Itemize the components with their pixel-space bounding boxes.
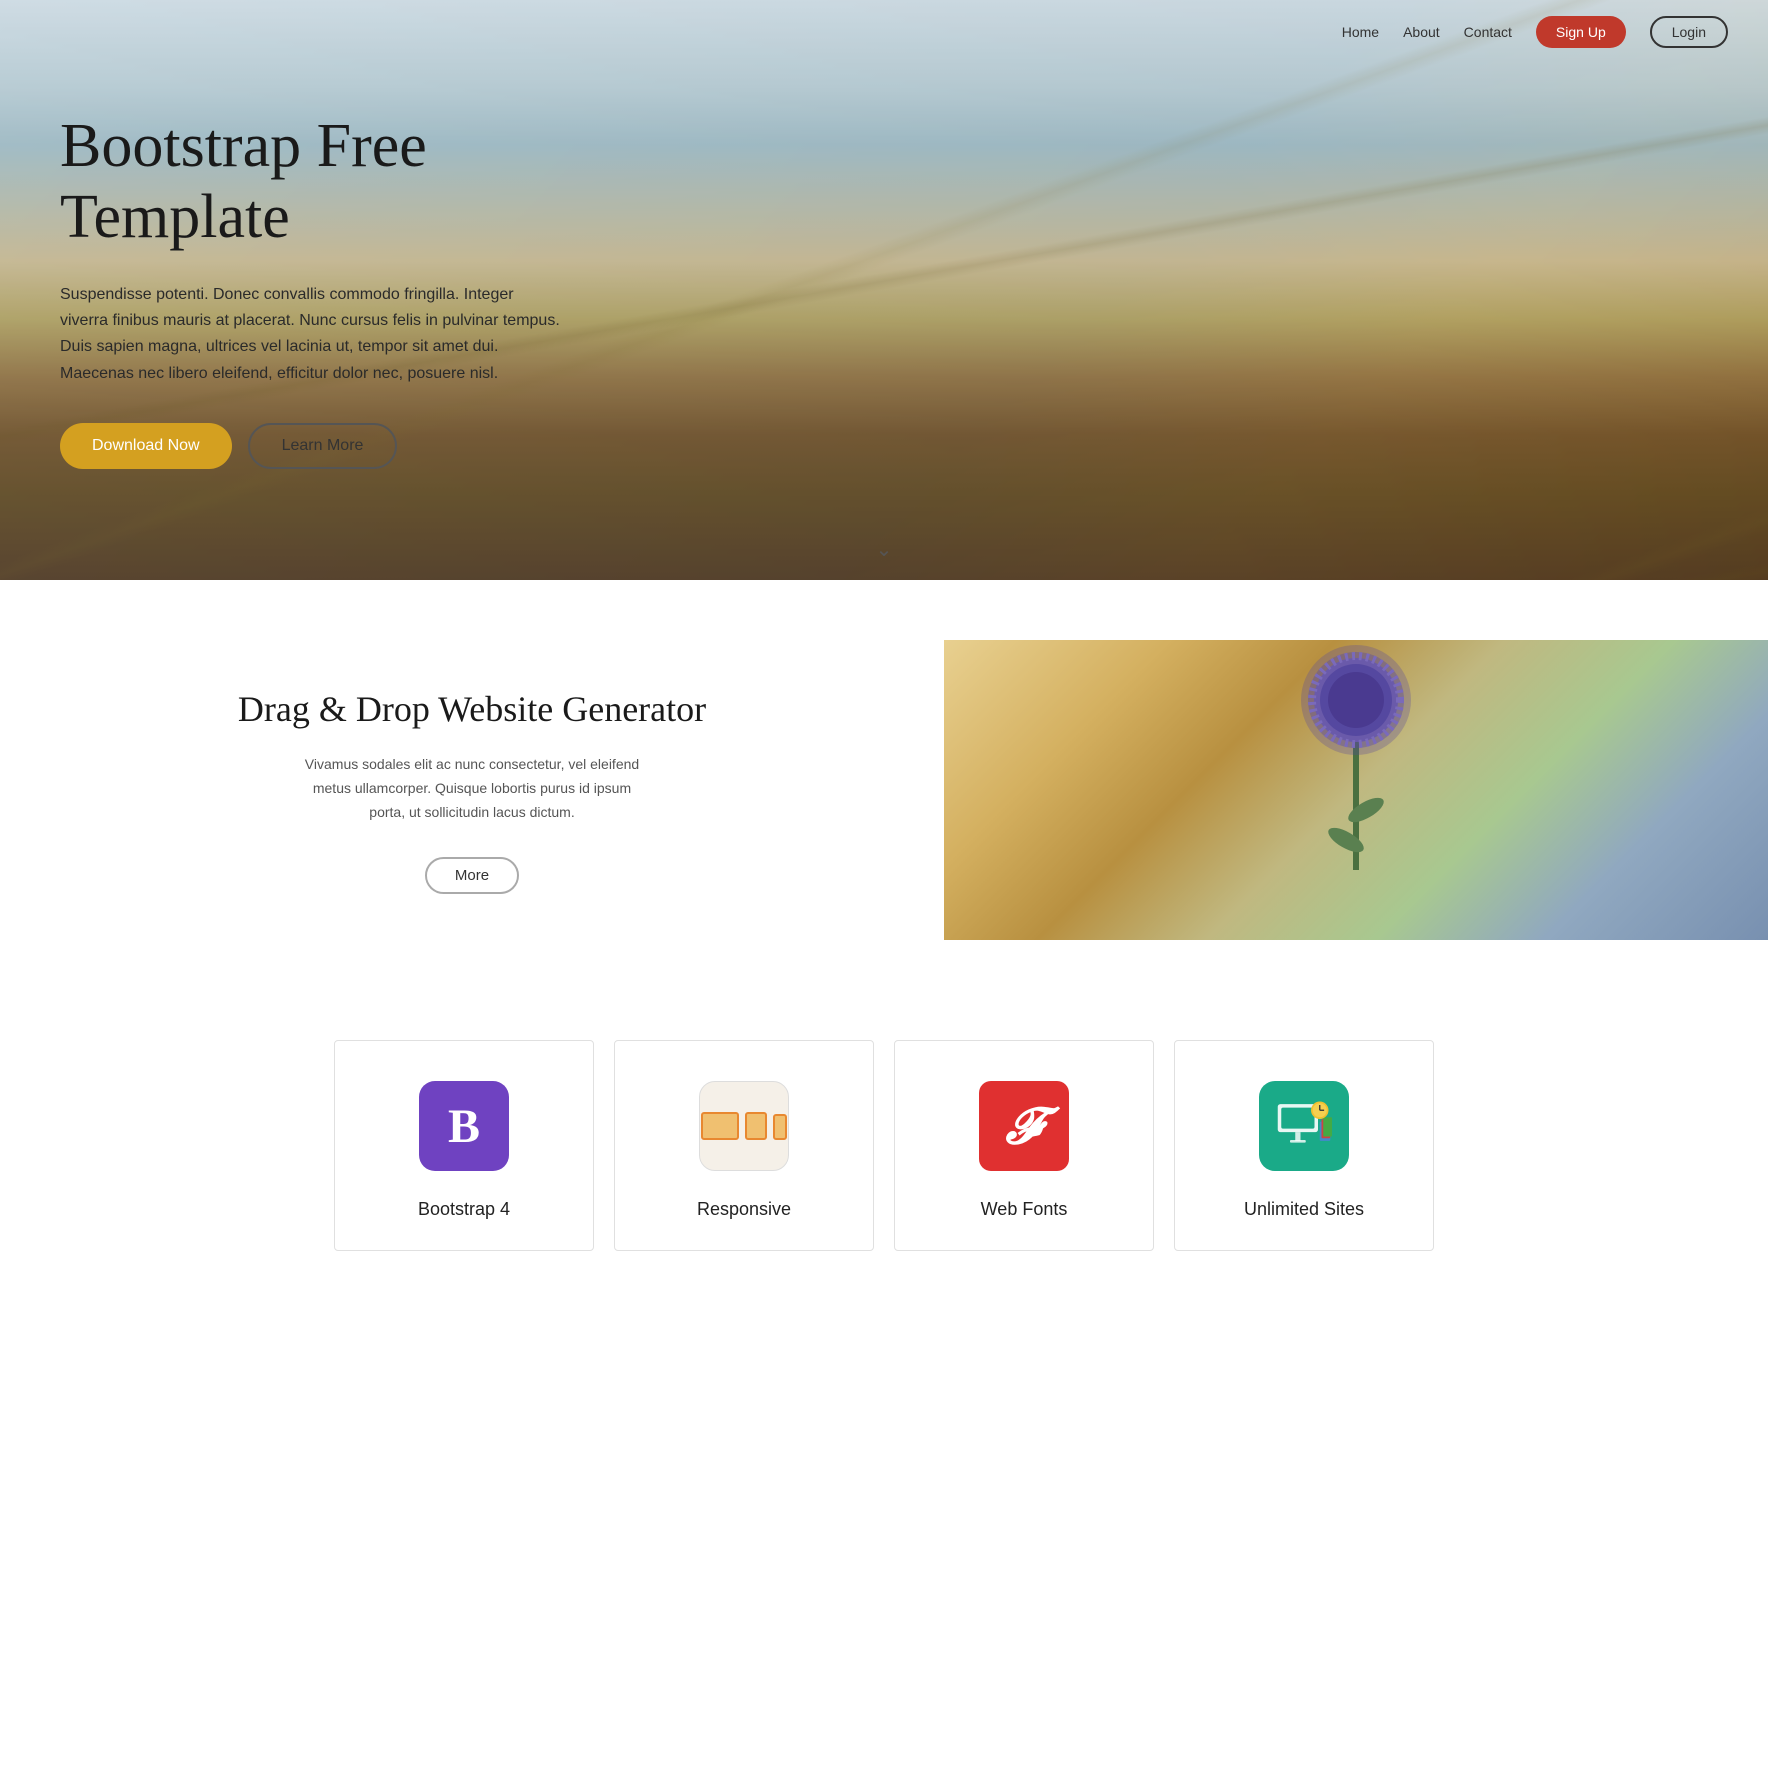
features-grid: B Bootstrap 4 Responsive 𝓕 Web Fonts (334, 1040, 1434, 1251)
feature-card-bootstrap: B Bootstrap 4 (334, 1040, 594, 1251)
feature-label-webfonts: Web Fonts (981, 1199, 1068, 1220)
download-now-button[interactable]: Download Now (60, 423, 232, 469)
more-button[interactable]: More (425, 857, 519, 894)
login-button[interactable]: Login (1650, 16, 1728, 48)
dnd-image (944, 640, 1768, 940)
webfonts-icon: 𝓕 (979, 1081, 1069, 1171)
responsive-icon (699, 1081, 789, 1171)
hero-title: Bootstrap Free Template (60, 111, 560, 254)
dnd-title: Drag & Drop Website Generator (238, 686, 706, 733)
feature-card-webfonts: 𝓕 Web Fonts (894, 1040, 1154, 1251)
feature-card-unlimited: Unlimited Sites (1174, 1040, 1434, 1251)
unlimited-svg (1269, 1091, 1339, 1161)
hero-section: Bootstrap Free Template Suspendisse pote… (0, 0, 1768, 580)
nav-about[interactable]: About (1403, 24, 1440, 40)
hero-content: Bootstrap Free Template Suspendisse pote… (0, 31, 620, 549)
signup-button[interactable]: Sign Up (1536, 16, 1626, 48)
bootstrap-icon: B (419, 1081, 509, 1171)
feature-card-responsive: Responsive (614, 1040, 874, 1251)
navbar: Home About Contact Sign Up Login (0, 0, 1768, 64)
nav-contact[interactable]: Contact (1464, 24, 1512, 40)
feature-label-responsive: Responsive (697, 1199, 791, 1220)
chevron-down-icon[interactable]: ⌄ (876, 537, 893, 562)
hero-buttons: Download Now Learn More (60, 423, 560, 469)
flower-svg (1256, 640, 1456, 910)
nav-home[interactable]: Home (1342, 24, 1379, 40)
dnd-description: Vivamus sodales elit ac nunc consectetur… (302, 753, 642, 824)
learn-more-button[interactable]: Learn More (248, 423, 398, 469)
dnd-section: Drag & Drop Website Generator Vivamus so… (0, 580, 1768, 1000)
dnd-left-content: Drag & Drop Website Generator Vivamus so… (0, 640, 944, 940)
unlimited-icon (1259, 1081, 1349, 1171)
hero-description: Suspendisse potenti. Donec convallis com… (60, 282, 560, 388)
features-section: B Bootstrap 4 Responsive 𝓕 Web Fonts (0, 1000, 1768, 1311)
nav-links: Home About Contact Sign Up Login (1342, 16, 1728, 48)
feature-label-unlimited: Unlimited Sites (1244, 1199, 1364, 1220)
feature-label-bootstrap: Bootstrap 4 (418, 1199, 510, 1220)
